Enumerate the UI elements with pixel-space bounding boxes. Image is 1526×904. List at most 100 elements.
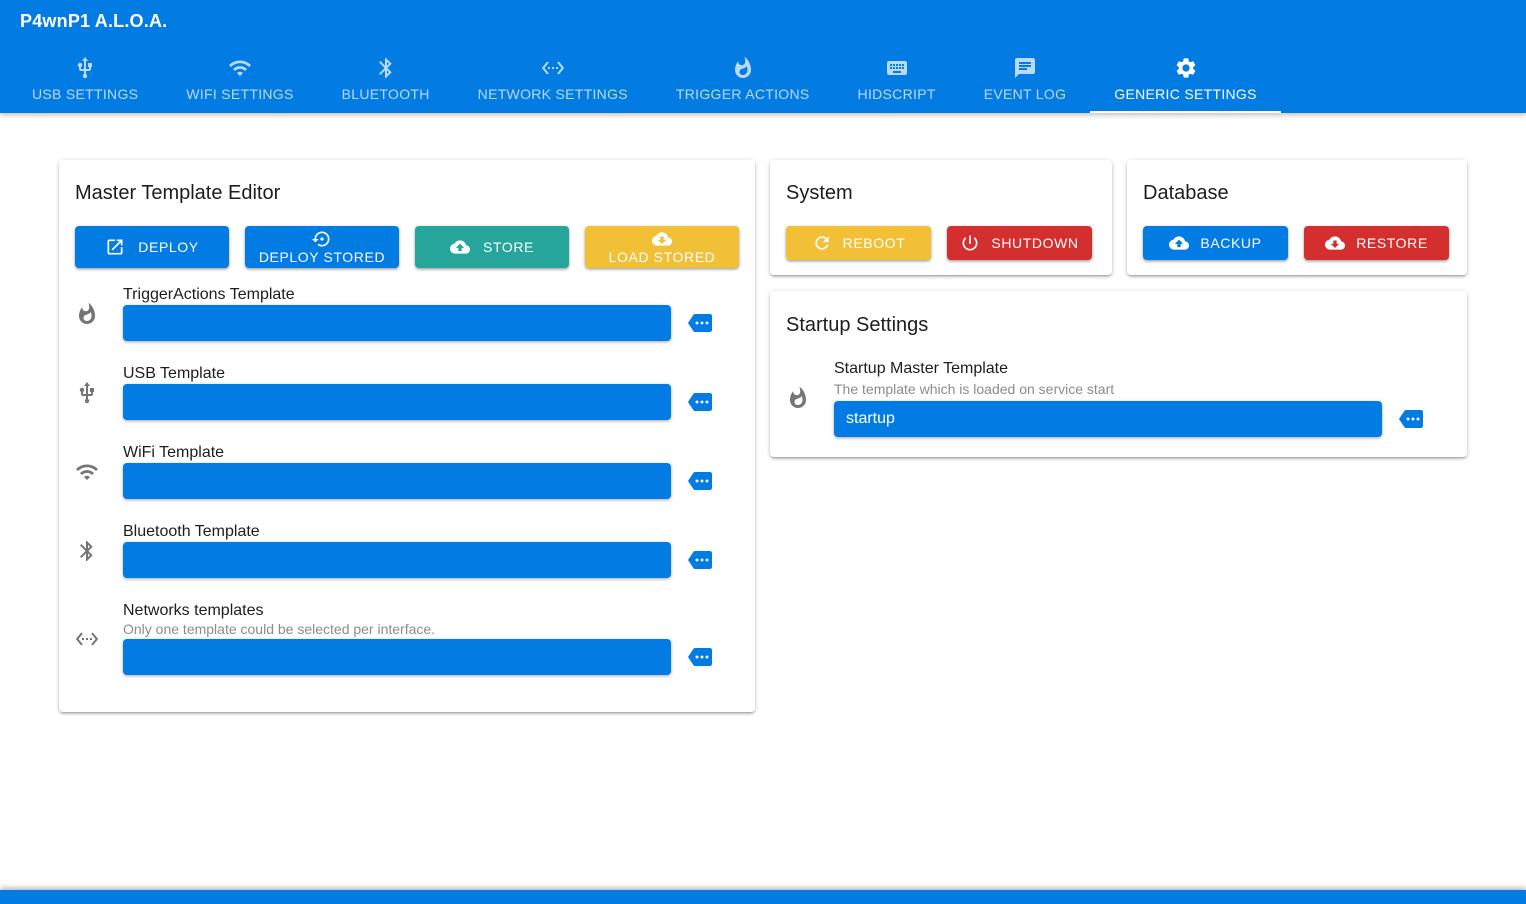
tab-label: EVENT LOG [984,86,1067,102]
tab-usb-settings[interactable]: USB SETTINGS [8,42,162,113]
template-fields: TriggerActions Template USB Template [75,287,739,675]
startup-settings-card: Startup Settings Startup Master Template… [770,291,1467,457]
select-value: startup [846,410,895,428]
field-sublabel: The template which is loaded on service … [834,381,1424,398]
database-actions: BACKUP RESTORE [1143,226,1451,260]
more-icon [687,548,713,572]
tab-label: NETWORK SETTINGS [478,86,628,102]
card-title: System [786,182,1096,204]
field-label: WiFi Template [123,445,713,461]
cloud-download-icon [1325,233,1345,253]
store-button[interactable]: STORE [415,226,569,268]
card-title: Database [1143,182,1451,204]
field-label: USB Template [123,366,713,382]
system-card: System REBOOT SHUTDOWN [770,160,1112,275]
networks-templates-row: Networks templates Only one template cou… [75,603,739,675]
wifi-icon [228,56,252,80]
networks-templates-select[interactable] [123,639,671,675]
field-label: Bluetooth Template [123,524,713,540]
wifi-template-select[interactable] [123,463,671,499]
master-template-editor-card: Master Template Editor DEPLOY DEPLOY STO… [59,160,755,712]
triggeractions-template-select[interactable] [123,305,671,341]
card-title: Master Template Editor [75,182,739,204]
bluetooth-template-more-button[interactable] [687,548,713,572]
ethernet-icon [75,603,123,675]
button-label: REBOOT [843,235,906,251]
field-sublabel: Only one template could be selected per … [123,621,713,637]
more-icon [1398,407,1424,431]
wifi-template-row: WiFi Template [75,445,739,499]
button-label: SHUTDOWN [991,235,1078,251]
field-label: TriggerActions Template [123,287,713,303]
button-label: DEPLOY STORED [259,250,385,265]
cloud-download-icon [652,229,672,249]
wifi-icon [75,445,123,499]
gear-icon [1174,56,1198,80]
cloud-upload-icon [450,237,470,257]
flame-icon [75,287,123,341]
tab-hidscript[interactable]: HIDSCRIPT [834,42,960,113]
bluetooth-template-select[interactable] [123,542,671,578]
more-icon [687,311,713,335]
refresh-icon [812,233,832,253]
tab-bluetooth[interactable]: BLUETOOTH [318,42,454,113]
wifi-template-more-button[interactable] [687,469,713,493]
keyboard-icon [885,56,909,80]
deploy-stored-button[interactable]: DEPLOY STORED [245,226,399,268]
app-title: P4wnP1 A.L.O.A. [20,11,167,32]
tab-label: TRIGGER ACTIONS [676,86,810,102]
button-label: DEPLOY [138,239,198,255]
master-template-actions: DEPLOY DEPLOY STORED STORE LOAD STORED [75,226,739,268]
restore-button[interactable]: RESTORE [1304,226,1449,260]
tab-label: GENERIC SETTINGS [1114,86,1256,102]
toolbar: P4wnP1 A.L.O.A. [0,0,1526,42]
deploy-button[interactable]: DEPLOY [75,226,229,268]
flame-icon [786,359,834,437]
system-actions: REBOOT SHUTDOWN [786,226,1096,260]
bluetooth-template-row: Bluetooth Template [75,524,739,578]
bluetooth-icon [374,56,398,80]
field-label: Startup Master Template [834,359,1424,378]
more-icon [687,645,713,669]
shutdown-button[interactable]: SHUTDOWN [947,226,1092,260]
tab-label: BLUETOOTH [342,86,430,102]
startup-master-template-select[interactable]: startup [834,401,1382,437]
button-label: BACKUP [1200,235,1261,251]
more-icon [687,390,713,414]
triggeractions-template-more-button[interactable] [687,311,713,335]
backup-button[interactable]: BACKUP [1143,226,1288,260]
field-label: Networks templates [123,603,713,619]
usb-template-more-button[interactable] [687,390,713,414]
nav-tabs: USB SETTINGS WIFI SETTINGS BLUETOOTH NET… [8,42,1526,113]
power-icon [960,233,980,253]
button-label: RESTORE [1356,235,1428,251]
reboot-button[interactable]: REBOOT [786,226,931,260]
chat-icon [1013,56,1037,80]
bluetooth-icon [75,524,123,578]
usb-template-select[interactable] [123,384,671,420]
flame-icon [731,56,755,80]
networks-templates-more-button[interactable] [687,645,713,669]
button-label: STORE [483,239,534,255]
startup-master-template-more-button[interactable] [1398,407,1424,431]
usb-icon [73,56,97,80]
tab-wifi-settings[interactable]: WIFI SETTINGS [162,42,317,113]
load-stored-button[interactable]: LOAD STORED [585,226,739,268]
open-in-new-icon [105,237,125,257]
tab-trigger-actions[interactable]: TRIGGER ACTIONS [652,42,834,113]
app-footer [0,890,1526,904]
tab-label: WIFI SETTINGS [186,86,293,102]
tab-network-settings[interactable]: NETWORK SETTINGS [454,42,652,113]
tab-generic-settings[interactable]: GENERIC SETTINGS [1090,42,1280,113]
ethernet-icon [541,56,565,80]
database-card: Database BACKUP RESTORE [1127,160,1467,275]
tab-label: HIDSCRIPT [858,86,936,102]
usb-icon [75,366,123,420]
more-icon [687,469,713,493]
triggeractions-template-row: TriggerActions Template [75,287,739,341]
button-label: LOAD STORED [609,250,716,265]
app-header: P4wnP1 A.L.O.A. USB SETTINGS WIFI SETTIN… [0,0,1526,113]
tab-event-log[interactable]: EVENT LOG [960,42,1091,113]
restore-icon [312,229,332,249]
startup-master-template-row: Startup Master Template The template whi… [786,359,1451,437]
